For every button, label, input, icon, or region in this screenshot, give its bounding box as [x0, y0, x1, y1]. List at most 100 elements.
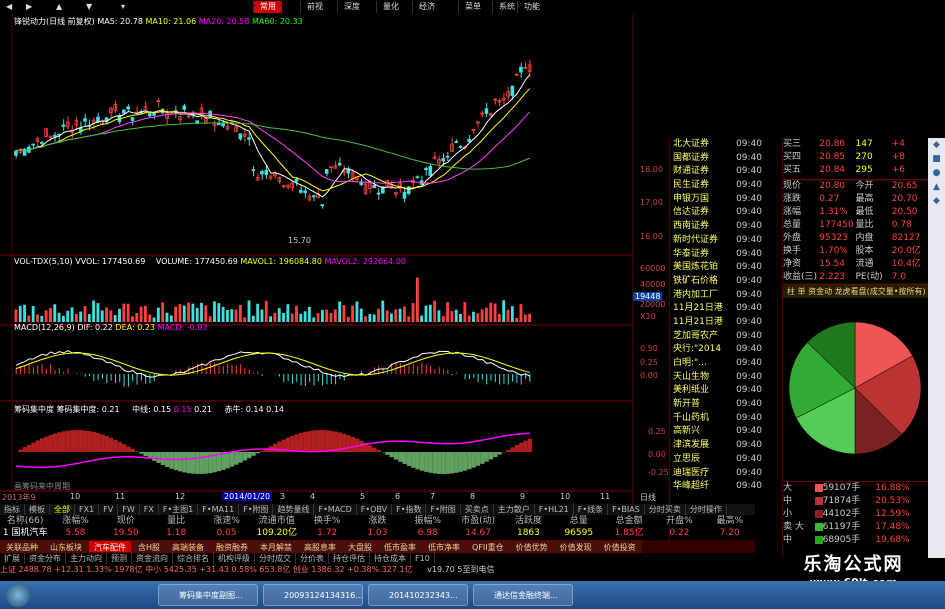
- sector-tab[interactable]: 低市盈率: [378, 540, 423, 553]
- list-item[interactable]: 华泰证券 09:40: [670, 248, 765, 262]
- chevron-down-icon[interactable]: ▾: [115, 1, 137, 13]
- sector-tab[interactable]: 高股息率: [298, 540, 343, 553]
- indicator-tab[interactable]: 分时买卖: [645, 504, 686, 515]
- indicator-tab[interactable]: 主力散户: [494, 504, 535, 515]
- start-button[interactable]: [6, 583, 30, 607]
- list-item[interactable]: 11月21日港 09:40: [670, 302, 765, 316]
- indicator-tab[interactable]: F•附图: [239, 504, 274, 515]
- indicator-tab[interactable]: FV: [99, 504, 119, 515]
- list-item[interactable]: 西南证券 09:40: [670, 220, 765, 234]
- list-item[interactable]: 天山生物 09:40: [670, 371, 765, 385]
- indicator-tab[interactable]: F•线条: [574, 504, 609, 515]
- indicator-tab[interactable]: F•MA11: [198, 504, 240, 515]
- list-item[interactable]: 财通证券 09:40: [670, 165, 765, 179]
- indicator-tab[interactable]: 分时操作: [686, 504, 727, 515]
- nav-4[interactable]: 经济: [412, 1, 441, 13]
- status-tab[interactable]: 分时成交: [255, 553, 296, 564]
- taskbar-button[interactable]: 20093124134316...: [263, 584, 363, 606]
- list-item[interactable]: 白明:"… 09:40: [670, 357, 765, 371]
- forward-icon[interactable]: ▶: [20, 1, 42, 13]
- indicator-tab[interactable]: FX1: [75, 504, 100, 515]
- column-header[interactable]: 换手%: [302, 515, 352, 527]
- column-header[interactable]: 活跃度: [503, 515, 553, 527]
- indicator-tab[interactable]: 全部: [50, 504, 75, 515]
- status-tab[interactable]: 预测: [107, 553, 132, 564]
- column-header[interactable]: 开盘%: [654, 515, 704, 527]
- sector-tab[interactable]: 汽车配件: [88, 540, 132, 553]
- status-tab[interactable]: 资金流向: [132, 553, 173, 564]
- sector-tab[interactable]: 融资融券: [210, 540, 255, 553]
- list-item[interactable]: 美国炼花铂 09:40: [670, 261, 765, 275]
- status-tab[interactable]: 扩展: [0, 553, 25, 564]
- column-header[interactable]: 量比: [151, 515, 201, 527]
- column-header[interactable]: 名称(66): [0, 515, 50, 527]
- list-item[interactable]: 港内加工厂 09:40: [670, 289, 765, 303]
- taskbar-button[interactable]: 201410232343...: [368, 584, 468, 606]
- sector-tab[interactable]: 低市净率: [422, 540, 467, 553]
- list-item[interactable]: 高新兴 09:40: [670, 425, 765, 439]
- list-item[interactable]: 美利纸业 09:40: [670, 384, 765, 398]
- column-header[interactable]: 涨速%: [201, 515, 251, 527]
- sector-tab[interactable]: 含H股: [132, 540, 167, 553]
- nav-5[interactable]: 菜单: [458, 1, 487, 13]
- sector-tab[interactable]: 山东板块: [44, 540, 88, 553]
- down-icon[interactable]: ▼: [80, 1, 102, 13]
- status-tab[interactable]: 综合排名: [173, 553, 214, 564]
- indicator-tab[interactable]: F•HL21: [535, 504, 574, 515]
- indicator-tab[interactable]: FW: [118, 504, 140, 515]
- column-header[interactable]: 总金额: [604, 515, 654, 527]
- status-tab[interactable]: 资金分布: [25, 553, 66, 564]
- indicator-tab[interactable]: 趋势量线: [273, 504, 315, 515]
- list-item[interactable]: 迪瑞医疗 09:40: [670, 467, 765, 481]
- column-header[interactable]: 涨跌: [352, 515, 402, 527]
- column-header[interactable]: 最高%: [705, 515, 755, 527]
- list-item[interactable]: 铁矿石价格 09:40: [670, 275, 765, 289]
- back-icon[interactable]: ◀: [0, 1, 20, 13]
- list-item[interactable]: 新时代证券 09:40: [670, 234, 765, 248]
- indicator-tab[interactable]: F•附图: [426, 504, 461, 515]
- indicator-tab[interactable]: F•OBV: [357, 504, 393, 515]
- sector-tab[interactable]: 高端装备: [166, 540, 211, 553]
- list-item[interactable]: 民生证券 09:40: [670, 179, 765, 193]
- sector-tab[interactable]: 本月解禁: [254, 540, 299, 553]
- table-row[interactable]: 1 国机汽车 5.58 19.50 1.18 0.05 109.20亿 1.72 1.03 6.…: [0, 527, 755, 540]
- list-item[interactable]: 国都证券 09:40: [670, 152, 765, 166]
- list-item[interactable]: 央行:"2014 09:40: [670, 343, 765, 357]
- list-item[interactable]: 北大证券 09:40: [670, 138, 765, 152]
- list-item[interactable]: 芝加哥农产 09:40: [670, 330, 765, 344]
- column-header[interactable]: 振幅%: [403, 515, 453, 527]
- column-header[interactable]: 市盈(动): [453, 515, 503, 527]
- status-tab[interactable]: 机构评级: [214, 553, 255, 564]
- sector-tab[interactable]: 价值发现: [553, 540, 598, 553]
- nav-0[interactable]: 常用: [253, 1, 282, 13]
- nav-3[interactable]: 量化: [376, 1, 405, 13]
- sector-tab[interactable]: 大盘股: [342, 540, 379, 553]
- indicator-tab[interactable]: 指标: [0, 504, 25, 515]
- sector-tab[interactable]: 价值投资: [597, 540, 642, 553]
- toolbar-icon-4[interactable]: ▲: [928, 180, 945, 194]
- toolbar-icon-5[interactable]: ◆: [928, 194, 945, 208]
- status-tab[interactable]: 持仓评估: [329, 553, 370, 564]
- toolbar-icon-3[interactable]: ●: [928, 166, 945, 180]
- list-item[interactable]: 立思辰 09:40: [670, 453, 765, 467]
- status-tab[interactable]: F10: [411, 553, 435, 564]
- list-item[interactable]: 津滨发展 09:40: [670, 439, 765, 453]
- sector-tab[interactable]: QFII重仓: [466, 540, 510, 553]
- nav-7[interactable]: 功能: [517, 1, 546, 13]
- nav-2[interactable]: 深度: [337, 1, 366, 13]
- indicator-tab[interactable]: FX: [140, 504, 159, 515]
- list-item[interactable]: 华峰超纤 09:40: [670, 480, 765, 494]
- nav-1[interactable]: 前视: [300, 1, 329, 13]
- indicator-tab[interactable]: F•主图1: [159, 504, 199, 515]
- toolbar-icon-2[interactable]: ■: [928, 152, 945, 166]
- sector-tab[interactable]: 价值优势: [509, 540, 554, 553]
- list-item[interactable]: 11月21日港 09:40: [670, 316, 765, 330]
- list-item[interactable]: 千山药机 09:40: [670, 412, 765, 426]
- up-icon[interactable]: ▲: [50, 1, 72, 13]
- indicator-tab[interactable]: 模板: [25, 504, 50, 515]
- sector-tab[interactable]: 关联品种: [0, 540, 44, 553]
- taskbar-button[interactable]: 筹码集中度副图...: [158, 584, 258, 606]
- list-item[interactable]: 申银万国 09:40: [670, 193, 765, 207]
- column-header[interactable]: 涨幅%: [50, 515, 100, 527]
- indicator-tab[interactable]: 买卖点: [461, 504, 494, 515]
